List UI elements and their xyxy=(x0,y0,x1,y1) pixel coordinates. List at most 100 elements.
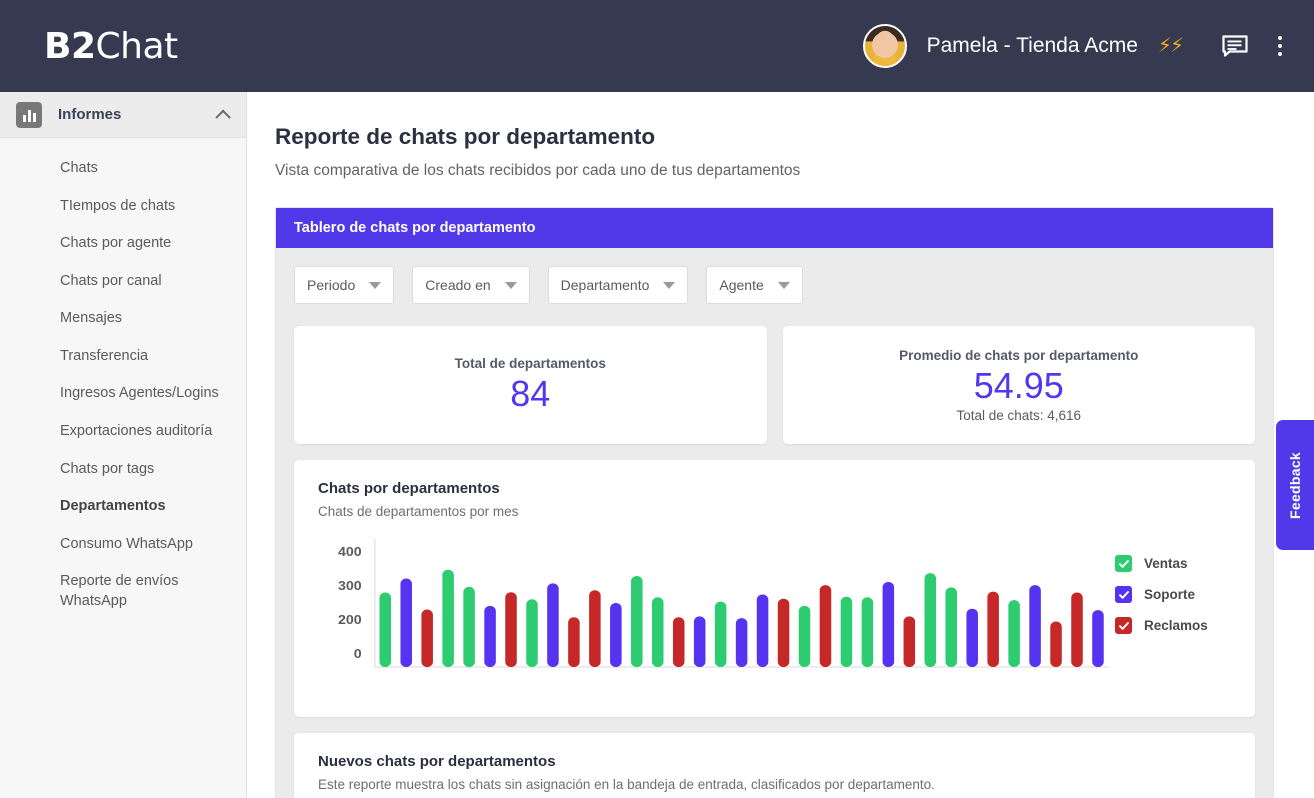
chart-bar[interactable] xyxy=(651,597,664,667)
legend-item-reclamos[interactable]: Reclamos xyxy=(1115,617,1231,634)
chart-bar[interactable] xyxy=(798,605,811,667)
kpi-total-departamentos: Total de departamentos 84 xyxy=(294,326,767,444)
sidebar-item-exportaciones-auditor-a[interactable]: Exportaciones auditoría xyxy=(0,413,246,451)
bottom-card: Nuevos chats por departamentos Este repo… xyxy=(294,733,1255,798)
kpi-note: Total de chats: 4,616 xyxy=(956,407,1082,423)
chart-bar[interactable] xyxy=(672,617,685,667)
sidebar-section-label: Informes xyxy=(58,106,122,123)
chart-bar[interactable] xyxy=(631,575,643,667)
user-name: Pamela - Tienda Acme xyxy=(926,34,1138,57)
chevron-down-icon xyxy=(777,281,790,289)
chart-bar[interactable] xyxy=(756,594,769,667)
sidebar-item-ingresos-agentes-logins[interactable]: Ingresos Agentes/Logins xyxy=(0,375,246,413)
chevron-down-icon xyxy=(369,281,382,289)
chart-subtitle: Chats de departamentos por mes xyxy=(318,504,519,519)
chart-bar[interactable] xyxy=(400,578,412,667)
checkbox-checked-icon[interactable] xyxy=(1115,555,1132,572)
sidebar-item-consumo-whatsapp[interactable]: Consumo WhatsApp xyxy=(0,526,246,564)
main-content: Reporte de chats por departamento Vista … xyxy=(247,92,1314,798)
chart-bar[interactable] xyxy=(1071,592,1083,667)
top-bar: B2 Chat Pamela - Tienda Acme ⚡⚡ xyxy=(0,0,1314,92)
bottom-card-subtitle: Este reporte muestra los chats sin asign… xyxy=(318,777,935,792)
chart-bar[interactable] xyxy=(589,590,601,667)
sidebar-item-reporte-de-env-os-whatsapp[interactable]: Reporte de envíos WhatsApp xyxy=(0,563,246,620)
sidebar: Informes Chats TIempos de chats Chats por … xyxy=(0,92,247,798)
filter-label: Creado en xyxy=(425,277,491,293)
page-subtitle: Vista comparativa de los chats recibidos… xyxy=(275,162,801,179)
chart-bar[interactable] xyxy=(463,586,475,667)
chart-bar[interactable] xyxy=(1008,600,1020,667)
page-title: Reporte de chats por departamento xyxy=(275,124,656,149)
messages-icon[interactable] xyxy=(1222,35,1248,57)
sidebar-item-tiempos-de-chats[interactable]: TIempos de chats xyxy=(0,188,246,226)
chart-bar[interactable] xyxy=(777,598,790,667)
chart-bar[interactable] xyxy=(421,609,433,667)
feedback-label: Feedback xyxy=(1287,451,1303,519)
checkbox-checked-icon[interactable] xyxy=(1115,617,1132,634)
chart-bar[interactable] xyxy=(840,596,853,667)
chart-bar[interactable] xyxy=(1050,621,1062,667)
chart-bar[interactable] xyxy=(442,569,454,667)
kpi-label: Promedio de chats por departamento xyxy=(899,347,1139,363)
kpi-label: Total de departamentos xyxy=(454,355,606,371)
chart-card: Chats por departamentos Chats de departa… xyxy=(294,460,1255,717)
chevron-down-icon xyxy=(663,281,676,289)
filter-agente[interactable]: Agente xyxy=(706,266,803,304)
chart-bar[interactable] xyxy=(547,583,559,667)
sidebar-item-mensajes[interactable]: Mensajes xyxy=(0,300,246,338)
chart-bar[interactable] xyxy=(610,603,622,667)
sidebar-item-chats-por-tags[interactable]: Chats por tags xyxy=(0,451,246,489)
chart-bar[interactable] xyxy=(714,601,727,667)
feedback-tab[interactable]: Feedback xyxy=(1276,420,1314,550)
chart-bar[interactable] xyxy=(1029,585,1041,667)
sidebar-item-chats-por-agente[interactable]: Chats por agente xyxy=(0,225,246,263)
filter-departamento[interactable]: Departamento xyxy=(547,266,689,304)
chart-bar[interactable] xyxy=(693,616,706,667)
chart-bar[interactable] xyxy=(735,618,748,667)
filter-creado-en[interactable]: Creado en xyxy=(412,266,530,304)
filter-bar: Periodo Creado en Departamento Agente xyxy=(294,266,1255,304)
legend-item-soporte[interactable]: Soporte xyxy=(1115,586,1231,603)
svg-text:400: 400 xyxy=(338,545,362,559)
svg-text:200: 200 xyxy=(338,613,362,627)
chevron-up-icon[interactable] xyxy=(215,109,231,126)
chart-bar[interactable] xyxy=(861,597,874,667)
avatar[interactable] xyxy=(862,24,907,68)
chart-bar[interactable] xyxy=(945,587,957,667)
panel-header: Tablero de chats por departamento xyxy=(276,208,1273,248)
bar-chart-icon xyxy=(16,101,42,128)
chart-bar[interactable] xyxy=(924,573,937,667)
filter-periodo[interactable]: Periodo xyxy=(294,266,395,304)
chart-bar[interactable] xyxy=(505,592,517,667)
sidebar-section-informes[interactable]: Informes xyxy=(0,92,246,138)
kpi-value: 84 xyxy=(510,372,551,414)
kpi-value: 54.95 xyxy=(973,364,1064,406)
chart-bar[interactable] xyxy=(882,581,895,667)
chart-bar[interactable] xyxy=(379,592,392,667)
top-bar-right: Pamela - Tienda Acme ⚡⚡ xyxy=(862,24,1292,68)
lightning-bolt-icon: ⚡⚡ xyxy=(1157,35,1184,57)
chart-bar[interactable] xyxy=(568,617,580,667)
filter-label: Agente xyxy=(719,277,764,293)
more-vertical-icon[interactable] xyxy=(1268,32,1292,60)
checkbox-checked-icon[interactable] xyxy=(1115,586,1132,603)
app-root: B2 Chat Pamela - Tienda Acme ⚡⚡ Informes… xyxy=(0,0,1314,798)
sidebar-item-transferencia[interactable]: Transferencia xyxy=(0,338,246,376)
chart-bar[interactable] xyxy=(903,616,916,667)
chart-bar[interactable] xyxy=(1092,610,1104,667)
chart-bar[interactable] xyxy=(484,605,496,667)
chart-bar[interactable] xyxy=(987,591,999,667)
filter-label: Departamento xyxy=(560,277,650,293)
sidebar-item-chats-por-canal[interactable]: Chats por canal xyxy=(0,263,246,301)
sidebar-item-departamentos[interactable]: Departamentos xyxy=(0,488,246,526)
logo[interactable]: B2 Chat xyxy=(44,26,178,67)
filter-label: Periodo xyxy=(307,277,356,293)
svg-text:300: 300 xyxy=(338,579,362,593)
bar-chart[interactable]: 0 200 300 400 xyxy=(318,531,1115,701)
sidebar-item-chats[interactable]: Chats xyxy=(0,150,246,188)
legend-item-ventas[interactable]: Ventas xyxy=(1115,555,1231,572)
chart-bar[interactable] xyxy=(966,608,978,667)
svg-text:0: 0 xyxy=(354,647,362,661)
chart-bar[interactable] xyxy=(819,585,832,667)
chart-bar[interactable] xyxy=(526,599,538,667)
